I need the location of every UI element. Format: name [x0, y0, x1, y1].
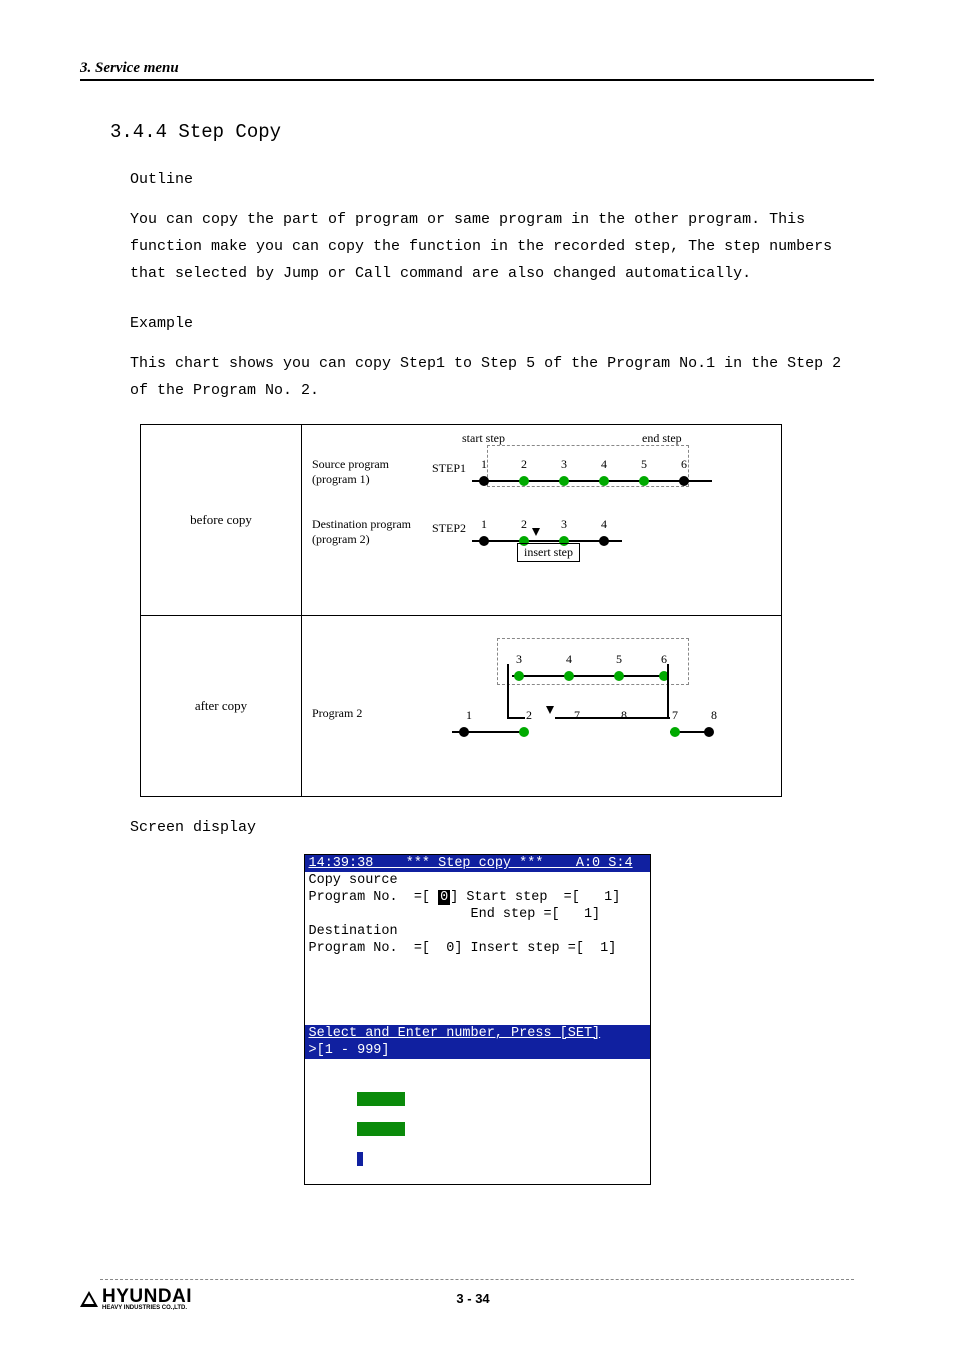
- num: 8: [614, 708, 634, 723]
- num: 4: [559, 652, 579, 667]
- screen-display-box: 14:39:38 *** Step copy *** A:0 S:4 Copy …: [304, 854, 651, 1185]
- screen-blank: [305, 957, 650, 974]
- dest-program-label: Destination program (program 2): [312, 517, 411, 547]
- softkey-bar: [357, 1152, 363, 1166]
- screen-line: Program No. =[ 0] Start step =[ 1]: [305, 889, 650, 906]
- screen-display-label: Screen display: [130, 819, 874, 836]
- num: 4: [594, 457, 614, 472]
- num: 7: [567, 708, 587, 723]
- screen-blank: [305, 1008, 650, 1025]
- num: 2: [514, 457, 534, 472]
- example-label: Example: [130, 315, 874, 332]
- logo-triangle-icon: [80, 1291, 98, 1307]
- step1-label: STEP1: [432, 461, 466, 476]
- num: 2: [514, 517, 534, 532]
- insert-step-label: insert step: [517, 543, 580, 562]
- example-text: This chart shows you can copy Step1 to S…: [130, 350, 854, 404]
- softkey-bar: [357, 1092, 405, 1106]
- num: 3: [554, 457, 574, 472]
- outline-label: Outline: [130, 171, 874, 188]
- num: 2: [519, 708, 539, 723]
- screen-line: Destination: [305, 923, 650, 940]
- program2-label: Program 2: [312, 706, 362, 721]
- screen-prompt: >[1 - 999]: [305, 1042, 650, 1059]
- num: 4: [594, 517, 614, 532]
- num: 1: [459, 708, 479, 723]
- logo-subtext: HEAVY INDUSTRIES CO.,LTD.: [102, 1305, 192, 1311]
- screen-line: End step =[ 1]: [305, 906, 650, 923]
- source-program-label: Source program (program 1): [312, 457, 389, 487]
- screen-blank: [305, 991, 650, 1008]
- screen-blank: [305, 974, 650, 991]
- num: 6: [674, 457, 694, 472]
- section-title: 3.4.4 Step Copy: [110, 121, 874, 143]
- screen-softkeys: [305, 1059, 650, 1184]
- page-number: 3 - 34: [192, 1291, 754, 1306]
- screen-line: Copy source: [305, 872, 650, 889]
- num: 5: [634, 457, 654, 472]
- start-step-label: start step: [462, 431, 505, 446]
- num: 1: [474, 457, 494, 472]
- num: 1: [474, 517, 494, 532]
- after-label: after copy: [141, 616, 302, 796]
- before-label: before copy: [141, 425, 302, 615]
- diagram-table: before copy start step end step Source p…: [140, 424, 782, 797]
- screen-status: Select and Enter number, Press [SET]: [305, 1025, 650, 1042]
- end-step-label: end step: [642, 431, 682, 446]
- screen-titlebar: 14:39:38 *** Step copy *** A:0 S:4: [305, 855, 650, 872]
- footer-logo: HYUNDAI HEAVY INDUSTRIES CO.,LTD.: [80, 1286, 192, 1311]
- step2-label: STEP2: [432, 521, 466, 536]
- softkey-bar: [357, 1122, 405, 1136]
- num: 3: [554, 517, 574, 532]
- page-header: 3. Service menu: [80, 60, 874, 81]
- num: 5: [609, 652, 629, 667]
- screen-line: Program No. =[ 0] Insert step =[ 1]: [305, 940, 650, 957]
- num: 3: [509, 652, 529, 667]
- num: 6: [654, 652, 674, 667]
- outline-text: You can copy the part of program or same…: [130, 206, 854, 287]
